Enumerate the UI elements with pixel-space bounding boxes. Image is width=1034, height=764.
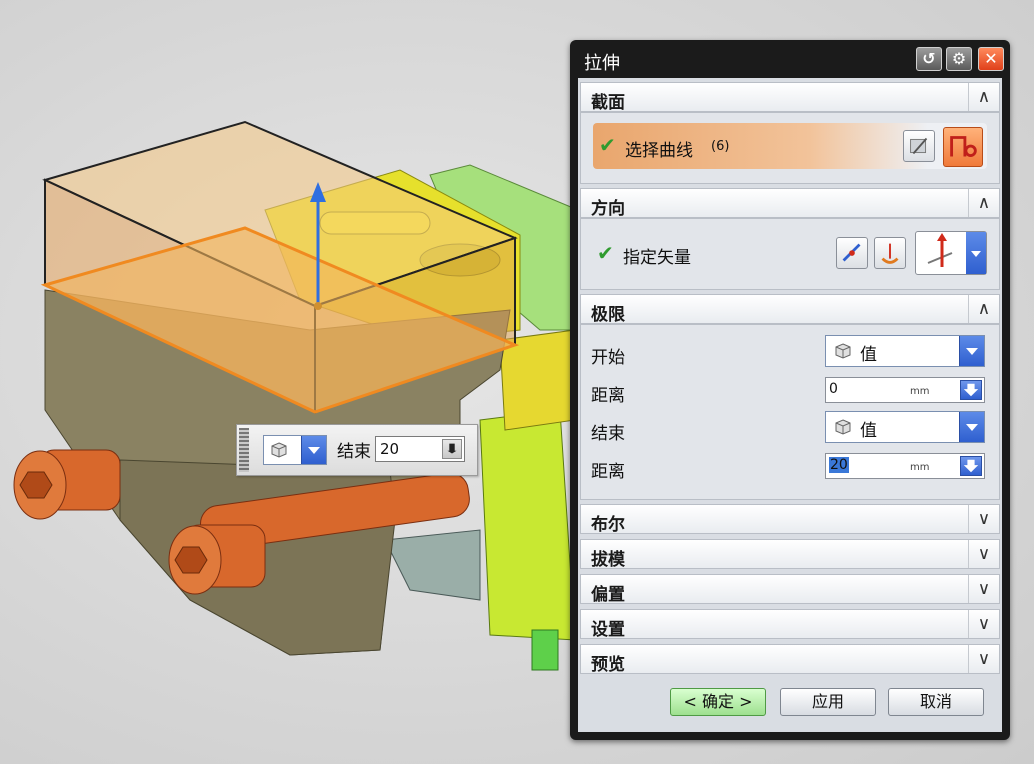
chevron-down-icon[interactable]: ∨ <box>968 645 999 673</box>
end-label: 结束 <box>591 424 625 444</box>
extrude-dialog: 拉伸 ↺ ⚙ ✕ 截面 ∧ ✔ 选择曲线 (6) 方向 ∧ ✔ 指定矢量 极限 … <box>570 40 1010 740</box>
chevron-down-icon[interactable]: ∨ <box>968 575 999 603</box>
chevron-up-icon[interactable]: ∧ <box>968 83 999 111</box>
section-title-boolean: 布尔 <box>591 515 625 535</box>
unit-label: mm <box>910 386 930 397</box>
drag-handle[interactable] <box>239 428 249 472</box>
end-distance-value: 20 <box>380 440 400 458</box>
dialog-titlebar[interactable]: 拉伸 ↺ ⚙ ✕ <box>570 40 1010 78</box>
vector-type-dropdown[interactable] <box>915 231 987 275</box>
section-title-section: 截面 <box>591 93 625 113</box>
chevron-down-icon[interactable] <box>959 336 984 366</box>
section-title-offset: 偏置 <box>591 585 625 605</box>
yellow-green-block <box>479 409 576 641</box>
green-pin <box>531 629 559 671</box>
end-type-value: 值 <box>860 421 877 441</box>
arrow-down-icon[interactable] <box>442 439 462 459</box>
section-panel: ✔ 选择曲线 (6) <box>580 112 1000 184</box>
section-header-boolean[interactable]: 布尔 ∨ <box>580 504 1000 535</box>
cancel-button[interactable]: 取消 <box>888 688 984 716</box>
end-distance-input[interactable]: 20 <box>375 436 465 462</box>
end-type-dropdown[interactable]: 值 <box>825 411 985 443</box>
cube-value-icon <box>835 343 851 359</box>
gray-base <box>384 529 481 601</box>
section-title-draft: 拔模 <box>591 550 625 570</box>
section-header-draft[interactable]: 拔模 ∨ <box>580 539 1000 570</box>
chevron-up-icon[interactable]: ∧ <box>968 189 999 217</box>
section-header-offset[interactable]: 偏置 ∨ <box>580 574 1000 605</box>
direction-panel: ✔ 指定矢量 <box>580 218 1000 290</box>
end-label: 结束 <box>337 442 371 462</box>
unit-label: mm <box>910 462 930 473</box>
floating-end-toolbar: 结束 20 <box>236 424 478 476</box>
section-title-settings: 设置 <box>591 620 625 640</box>
end-distance-value: 20 <box>829 457 849 473</box>
reverse-direction-icon[interactable] <box>836 237 868 269</box>
check-icon: ✔ <box>597 241 614 265</box>
apply-button[interactable]: 应用 <box>780 688 876 716</box>
chevron-up-icon[interactable]: ∧ <box>968 295 999 323</box>
dialog-title: 拉伸 <box>584 53 620 74</box>
section-header-limits[interactable]: 极限 ∧ <box>580 294 1000 325</box>
section-title-direction: 方向 <box>591 199 625 219</box>
section-header-section[interactable]: 截面 ∧ <box>580 82 1000 113</box>
chevron-down-icon[interactable]: ∨ <box>968 505 999 533</box>
limits-panel: 开始 值 距离 0 mm 结束 值 距离 20 mm <box>580 324 1000 500</box>
start-type-value: 值 <box>860 345 877 365</box>
section-header-settings[interactable]: 设置 ∨ <box>580 609 1000 640</box>
specify-vector-label: 指定矢量 <box>623 248 691 268</box>
select-curve-row[interactable]: ✔ 选择曲线 (6) <box>593 123 987 169</box>
start-distance-label: 距离 <box>591 386 625 406</box>
cube-value-icon <box>835 419 851 435</box>
chevron-down-icon[interactable]: ∨ <box>968 610 999 638</box>
section-title-limits: 极限 <box>591 305 625 325</box>
cube-value-icon <box>271 442 287 458</box>
chevron-down-icon[interactable] <box>959 412 984 442</box>
chevron-down-icon[interactable] <box>966 232 986 274</box>
end-type-dropdown[interactable] <box>263 435 327 465</box>
vector-origin <box>314 302 322 310</box>
sketch-section-icon[interactable] <box>903 130 935 162</box>
ok-button[interactable]: < 确定 > <box>670 688 766 716</box>
arrow-down-icon[interactable] <box>960 380 982 400</box>
arrow-down-icon[interactable] <box>960 456 982 476</box>
section-title-preview: 预览 <box>591 655 625 675</box>
dialog-body: 截面 ∧ ✔ 选择曲线 (6) 方向 ∧ ✔ 指定矢量 极限 ∧ 开始 值 距离… <box>578 78 1002 732</box>
select-curve-label: 选择曲线 <box>625 141 693 161</box>
vector-dialog-icon[interactable] <box>874 237 906 269</box>
start-type-dropdown[interactable]: 值 <box>825 335 985 367</box>
start-distance-value: 0 <box>829 381 838 397</box>
end-distance-label: 距离 <box>591 462 625 482</box>
start-distance-input[interactable]: 0 mm <box>825 377 985 403</box>
reset-icon[interactable]: ↺ <box>916 47 942 71</box>
close-icon[interactable]: ✕ <box>978 47 1004 71</box>
chevron-down-icon[interactable] <box>301 436 326 464</box>
bolt-left <box>13 449 121 520</box>
curve-section-icon[interactable] <box>943 127 983 167</box>
check-icon: ✔ <box>599 133 616 157</box>
section-header-preview[interactable]: 预览 ∨ <box>580 644 1000 675</box>
start-label: 开始 <box>591 348 625 368</box>
section-header-direction[interactable]: 方向 ∧ <box>580 188 1000 219</box>
chevron-down-icon[interactable]: ∨ <box>968 540 999 568</box>
settings-gear-icon[interactable]: ⚙ <box>946 47 972 71</box>
end-distance-input[interactable]: 20 mm <box>825 453 985 479</box>
curve-count: (6) <box>711 139 730 154</box>
